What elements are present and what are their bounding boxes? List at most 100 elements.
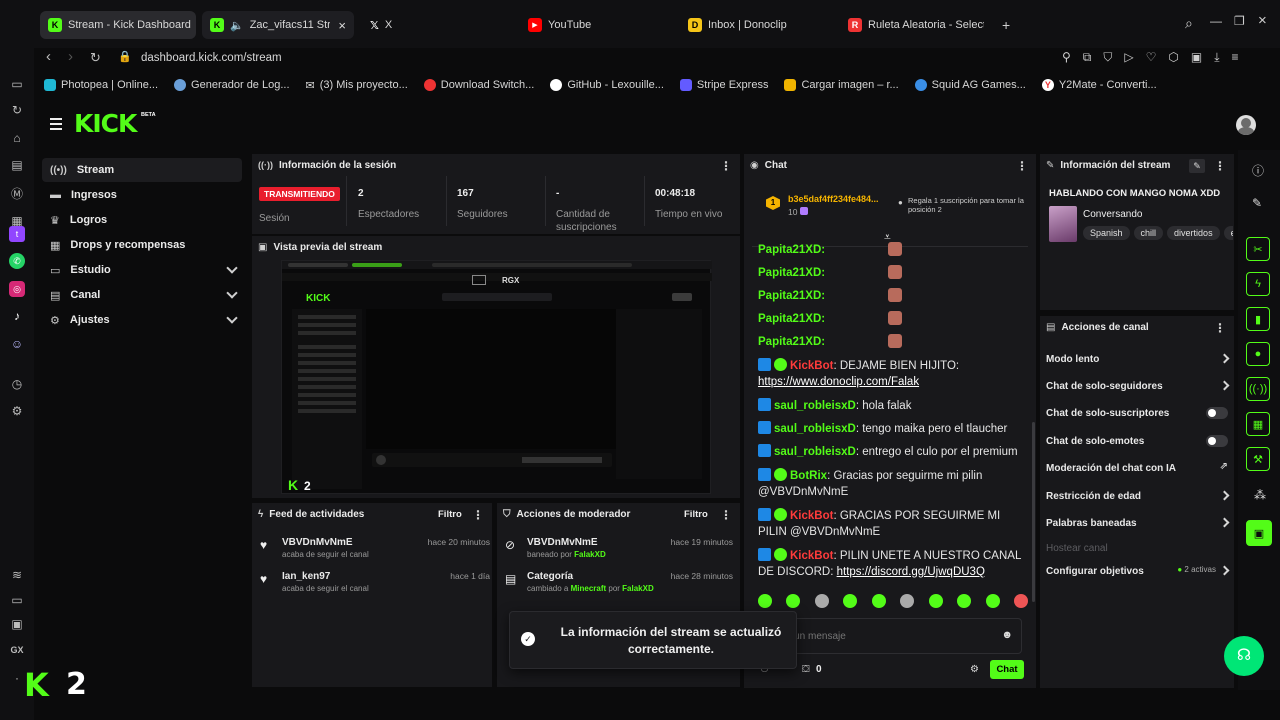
age-restriction-row[interactable]: Restricción de edad xyxy=(1046,486,1230,506)
forward-icon[interactable]: › xyxy=(68,48,73,65)
emote-icon[interactable] xyxy=(871,594,886,608)
kick-logo[interactable]: KICK xyxy=(74,109,137,138)
aria-icon[interactable]: ▭ xyxy=(9,76,25,92)
more-options-icon[interactable]: ⋮ xyxy=(472,508,484,522)
prime-icon[interactable]: ▣ xyxy=(1191,50,1202,65)
clock-icon[interactable]: ◷ xyxy=(9,376,25,392)
avatar[interactable] xyxy=(1236,115,1256,135)
bookmark-item[interactable]: Generador de Log... xyxy=(174,79,290,91)
emote-icon[interactable] xyxy=(786,594,801,608)
m-app-icon[interactable]: Ⓜ xyxy=(9,185,25,201)
gear-icon[interactable]: ⚙ xyxy=(9,403,25,419)
tab-ruleta[interactable]: R Ruleta Aleatoria - Selector xyxy=(840,11,992,39)
close-icon[interactable]: × xyxy=(338,18,346,33)
emote-icon[interactable] xyxy=(814,594,829,608)
feed-filter-button[interactable]: Filtro xyxy=(438,509,462,520)
tiktok-icon[interactable]: ♪ xyxy=(9,308,25,324)
speaker-icon[interactable]: 🔈 xyxy=(230,19,244,32)
clip-icon[interactable]: ✂ xyxy=(1246,237,1270,261)
category-thumbnail[interactable] xyxy=(1049,206,1077,242)
more-icon[interactable]: · xyxy=(9,670,25,686)
cpu-icon[interactable]: ▣ xyxy=(9,616,25,632)
sidebar-item-estudio[interactable]: ▭ Estudio xyxy=(42,258,242,282)
whatsapp-icon[interactable]: ✆ xyxy=(9,253,25,269)
sidebar-item-drops[interactable]: ▦ Drops y recompensas xyxy=(42,233,242,257)
back-icon[interactable]: ‹ xyxy=(46,48,51,65)
emote-icon[interactable] xyxy=(985,594,1000,608)
sidebar-item-ajustes[interactable]: ⚙ Ajustes xyxy=(42,308,242,332)
sidebar-item-logros[interactable]: ♛ Logros xyxy=(42,208,242,232)
emoji-icon[interactable]: ☻ xyxy=(1001,629,1013,641)
bookmarks-icon[interactable]: ▤ xyxy=(9,157,25,173)
discord-icon[interactable]: ☺ xyxy=(9,336,25,352)
extensions-icon[interactable]: ⬡ xyxy=(1168,50,1178,65)
stream-preview-video[interactable]: KICK RGX K 2 xyxy=(281,260,712,494)
emote-icon[interactable] xyxy=(1013,594,1028,608)
heart-icon[interactable]: ♡ xyxy=(1146,50,1157,65)
emote-icon[interactable] xyxy=(900,594,915,608)
storage-icon[interactable]: ▦ xyxy=(1246,412,1270,436)
chat-scrollbar[interactable] xyxy=(1032,422,1035,602)
bookmark-item[interactable]: Squid AG Games... xyxy=(914,79,1026,91)
bookmark-item[interactable]: Stripe Express xyxy=(679,79,768,91)
twitch-icon[interactable]: t xyxy=(9,226,25,242)
shield-icon[interactable]: ⛉ xyxy=(1103,50,1112,65)
sidebar-item-ingresos[interactable]: ▬ Ingresos xyxy=(42,183,242,207)
emote-icon[interactable] xyxy=(928,594,943,608)
bookmark-item[interactable]: GitHub - Lexouille... xyxy=(550,79,664,91)
sidebar-item-stream[interactable]: ((•)) Stream xyxy=(42,158,242,182)
poll-icon[interactable]: ▮ xyxy=(1246,307,1270,331)
restore-icon[interactable]: ❐ xyxy=(1234,14,1245,28)
emotes-only-toggle[interactable] xyxy=(1206,435,1228,447)
followers-only-row[interactable]: Chat de solo-seguidores xyxy=(1046,376,1230,396)
reload-icon[interactable]: ↻ xyxy=(90,50,101,66)
hamburger-icon[interactable] xyxy=(50,118,62,130)
send-chat-button[interactable]: Chat xyxy=(990,660,1024,679)
wrench-icon[interactable]: ⚒ xyxy=(1246,447,1270,471)
success-toast[interactable]: ✓ La información del stream se actualizó… xyxy=(509,611,797,669)
url-text[interactable]: dashboard.kick.com/stream xyxy=(141,52,282,64)
tab-youtube[interactable]: ▶ YouTube xyxy=(520,11,670,39)
gift-cta[interactable]: Regala 1 suscripción para tomar la posic… xyxy=(908,196,1028,214)
support-headset-icon[interactable]: ☊ xyxy=(1224,636,1264,676)
slow-mode-row[interactable]: Modo lento xyxy=(1046,349,1230,369)
bookmark-item[interactable]: Photopea | Online... xyxy=(44,79,158,91)
chat-bubble-icon[interactable]: ● xyxy=(1246,342,1270,366)
more-options-icon[interactable]: ⋮ xyxy=(1016,159,1028,173)
emote-icon[interactable] xyxy=(843,594,858,608)
minimize-icon[interactable]: — xyxy=(1210,14,1222,28)
search-icon[interactable]: ⌕ xyxy=(1185,15,1193,32)
sidebar-item-canal[interactable]: ▤ Canal xyxy=(42,283,242,307)
workspace-icon[interactable]: ⌂ xyxy=(9,130,25,146)
raid-icon[interactable]: ((·)) xyxy=(1246,377,1270,401)
new-tab-icon[interactable]: + xyxy=(1002,17,1010,33)
ram-icon[interactable]: ▭ xyxy=(9,592,25,608)
bookmark-item[interactable]: ✉ (3) Mis proyecto... xyxy=(306,79,408,92)
edit-icon[interactable]: ✎ xyxy=(1252,196,1262,210)
bookmark-item[interactable]: Y Y2Mate - Converti... xyxy=(1041,79,1157,91)
menu-icon[interactable]: ≡ xyxy=(1232,50,1239,65)
more-options-icon[interactable]: ⋮ xyxy=(1214,159,1226,173)
emote-icon[interactable] xyxy=(957,594,972,608)
more-options-icon[interactable]: ⋮ xyxy=(720,508,732,522)
drops-icon[interactable]: ⁂ xyxy=(1254,488,1266,502)
gift-icon[interactable]: ⛋ xyxy=(802,664,810,675)
download-icon[interactable]: ⤓ xyxy=(1214,50,1219,65)
wifi-icon[interactable]: ≋ xyxy=(9,567,25,583)
goals-row[interactable]: Configurar objetivos ● 2 activas xyxy=(1046,561,1230,581)
top-gifter-name[interactable]: b3e5daf4ff234fe484... xyxy=(788,194,879,204)
mod-filter-button[interactable]: Filtro xyxy=(684,509,708,520)
bookmark-item[interactable]: Download Switch... xyxy=(423,79,534,91)
more-options-icon[interactable]: ⋮ xyxy=(720,159,732,173)
pin-icon[interactable]: ⚲ xyxy=(1062,50,1071,65)
emote-icon[interactable] xyxy=(758,594,772,608)
window-close-icon[interactable]: × xyxy=(1258,12,1267,29)
tab-zac-stream[interactable]: K 🔈 Zac_vifacs11 Stream × xyxy=(202,11,354,39)
info-icon[interactable]: ⓘ xyxy=(1252,162,1264,179)
history-icon[interactable]: ↻ xyxy=(9,102,25,118)
more-options-icon[interactable]: ⋮ xyxy=(1214,321,1226,335)
subscribers-only-toggle[interactable] xyxy=(1206,407,1228,419)
chat-settings-icon[interactable]: ⚙ xyxy=(970,664,979,675)
tab-kick-dashboard[interactable]: K Stream - Kick Dashboard xyxy=(40,11,196,39)
play-icon[interactable]: ▷ xyxy=(1124,50,1133,65)
